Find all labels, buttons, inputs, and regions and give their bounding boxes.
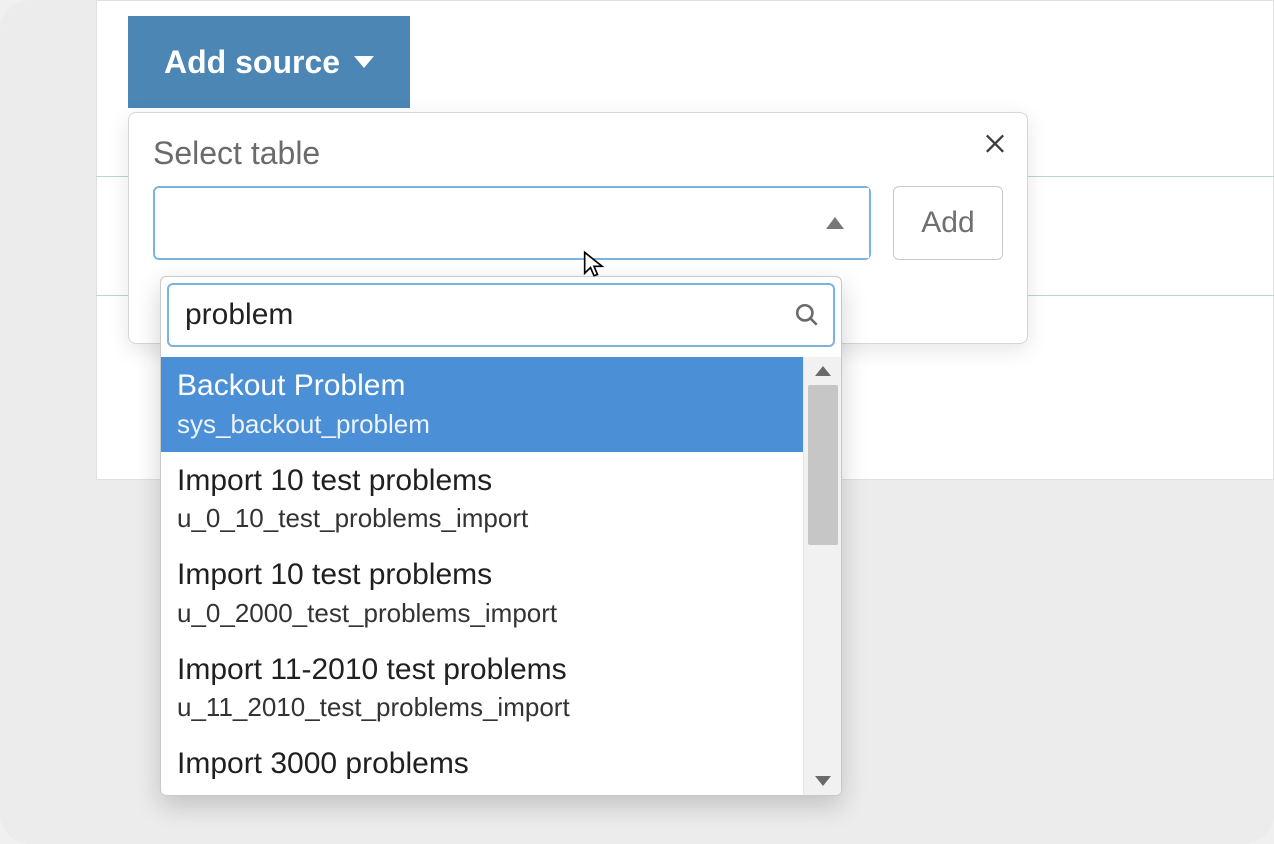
caret-up-icon (815, 366, 831, 376)
dropdown-option[interactable]: Import 3000 problems (161, 735, 803, 795)
dropdown-option-label: Import 10 test problems (177, 556, 787, 594)
page-background: Add source Select table Add (0, 0, 1274, 844)
add-button[interactable]: Add (893, 186, 1003, 260)
scroll-up-button[interactable] (804, 357, 841, 385)
popover-title: Select table (153, 135, 1003, 172)
dropdown-option-label: Backout Problem (177, 367, 787, 405)
add-source-label: Add source (164, 44, 340, 81)
scroll-track[interactable] (804, 385, 841, 767)
dropdown-search-input[interactable] (169, 285, 781, 345)
caret-up-icon (826, 217, 844, 229)
search-icon (781, 302, 833, 328)
table-select-toggle[interactable] (801, 188, 869, 258)
dropdown-option[interactable]: Backout Problem sys_backout_problem (161, 357, 803, 452)
caret-down-icon (354, 56, 374, 68)
table-select-value (155, 188, 801, 258)
scroll-thumb[interactable] (808, 385, 838, 545)
dropdown-option-sublabel: sys_backout_problem (177, 409, 787, 440)
dropdown-option[interactable]: Import 11-2010 test problemsu_11_2010_te… (161, 641, 803, 736)
dropdown-search-box (167, 283, 835, 347)
dropdown-scrollbar[interactable] (803, 357, 841, 795)
scroll-down-button[interactable] (804, 767, 841, 795)
dropdown-option[interactable]: Import 10 test problemsu_0_10_test_probl… (161, 452, 803, 547)
table-dropdown: Backout Problem sys_backout_problem Import… (160, 276, 842, 796)
dropdown-option-sublabel: u_0_10_test_problems_import (177, 503, 787, 534)
caret-down-icon (815, 776, 831, 786)
dropdown-option-label: Import 3000 problems (177, 745, 787, 783)
dropdown-option-label: Import 11-2010 test problems (177, 651, 787, 689)
dropdown-option[interactable]: Import 10 test problems u_0_2000_test_pro… (161, 546, 803, 641)
close-button[interactable] (975, 123, 1015, 163)
add-source-button[interactable]: Add source (128, 16, 410, 108)
close-icon (981, 128, 1009, 159)
dropdown-option-sublabel: u_11_2010_test_problems_import (177, 692, 787, 723)
dropdown-option-label: Import 10 test problems (177, 462, 787, 500)
dropdown-options-region: Backout Problem sys_backout_problem Import… (161, 357, 841, 795)
select-row: Add (153, 186, 1003, 260)
table-select[interactable] (153, 186, 871, 260)
dropdown-search-wrap (161, 277, 841, 357)
dropdown-option-sublabel: u_0_2000_test_problems_import (177, 598, 787, 629)
